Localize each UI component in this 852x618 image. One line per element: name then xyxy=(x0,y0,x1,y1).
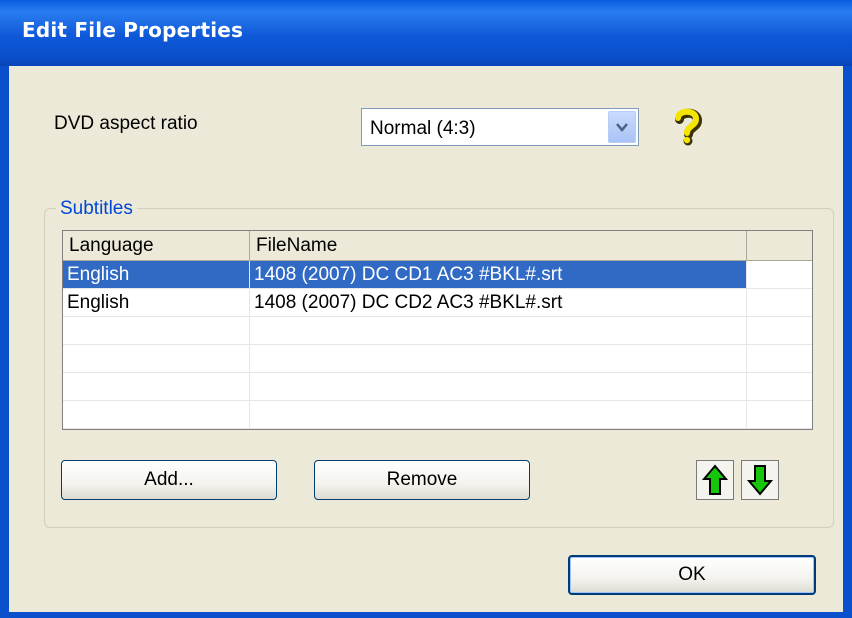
ok-button[interactable]: OK xyxy=(568,555,816,595)
remove-button[interactable]: Remove xyxy=(314,460,530,500)
window-frame-left xyxy=(0,66,9,618)
window-title: Edit File Properties xyxy=(22,18,244,42)
aspect-ratio-label: DVD aspect ratio xyxy=(54,113,198,134)
subtitles-group-label: Subtitles xyxy=(56,198,137,220)
table-row-empty[interactable] xyxy=(63,345,812,373)
move-down-button[interactable] xyxy=(741,460,779,500)
table-row-empty[interactable] xyxy=(63,401,812,429)
column-header-filename[interactable]: FileName xyxy=(250,231,747,261)
cell-filename: 1408 (2007) DC CD2 AC3 #BKL#.srt xyxy=(254,292,563,313)
arrow-up-icon xyxy=(702,464,728,495)
title-bar[interactable]: Edit File Properties xyxy=(0,0,852,66)
chevron-down-icon[interactable] xyxy=(608,111,636,143)
table-row-empty[interactable] xyxy=(63,317,812,345)
cell-filename: 1408 (2007) DC CD1 AC3 #BKL#.srt xyxy=(254,264,563,285)
add-button[interactable]: Add... xyxy=(61,460,277,500)
question-mark-icon[interactable] xyxy=(668,106,704,146)
move-up-button[interactable] xyxy=(696,460,734,500)
cell-language: English xyxy=(67,292,130,313)
table-row[interactable]: English 1408 (2007) DC CD2 AC3 #BKL#.srt xyxy=(63,289,812,317)
column-header-language[interactable]: Language xyxy=(63,231,250,261)
table-row-empty[interactable] xyxy=(63,373,812,401)
aspect-ratio-dropdown[interactable]: Normal (4:3) xyxy=(361,108,639,146)
window-frame-right xyxy=(843,66,852,618)
window-frame-bottom xyxy=(0,612,852,618)
arrow-down-icon xyxy=(747,465,773,496)
column-header-extra[interactable] xyxy=(747,231,812,261)
table-row[interactable]: English 1408 (2007) DC CD1 AC3 #BKL#.srt xyxy=(63,261,812,289)
subtitles-table[interactable]: Language FileName English 1408 (2007) DC… xyxy=(62,230,813,430)
cell-language: English xyxy=(67,264,130,285)
aspect-ratio-value: Normal (4:3) xyxy=(370,118,476,139)
